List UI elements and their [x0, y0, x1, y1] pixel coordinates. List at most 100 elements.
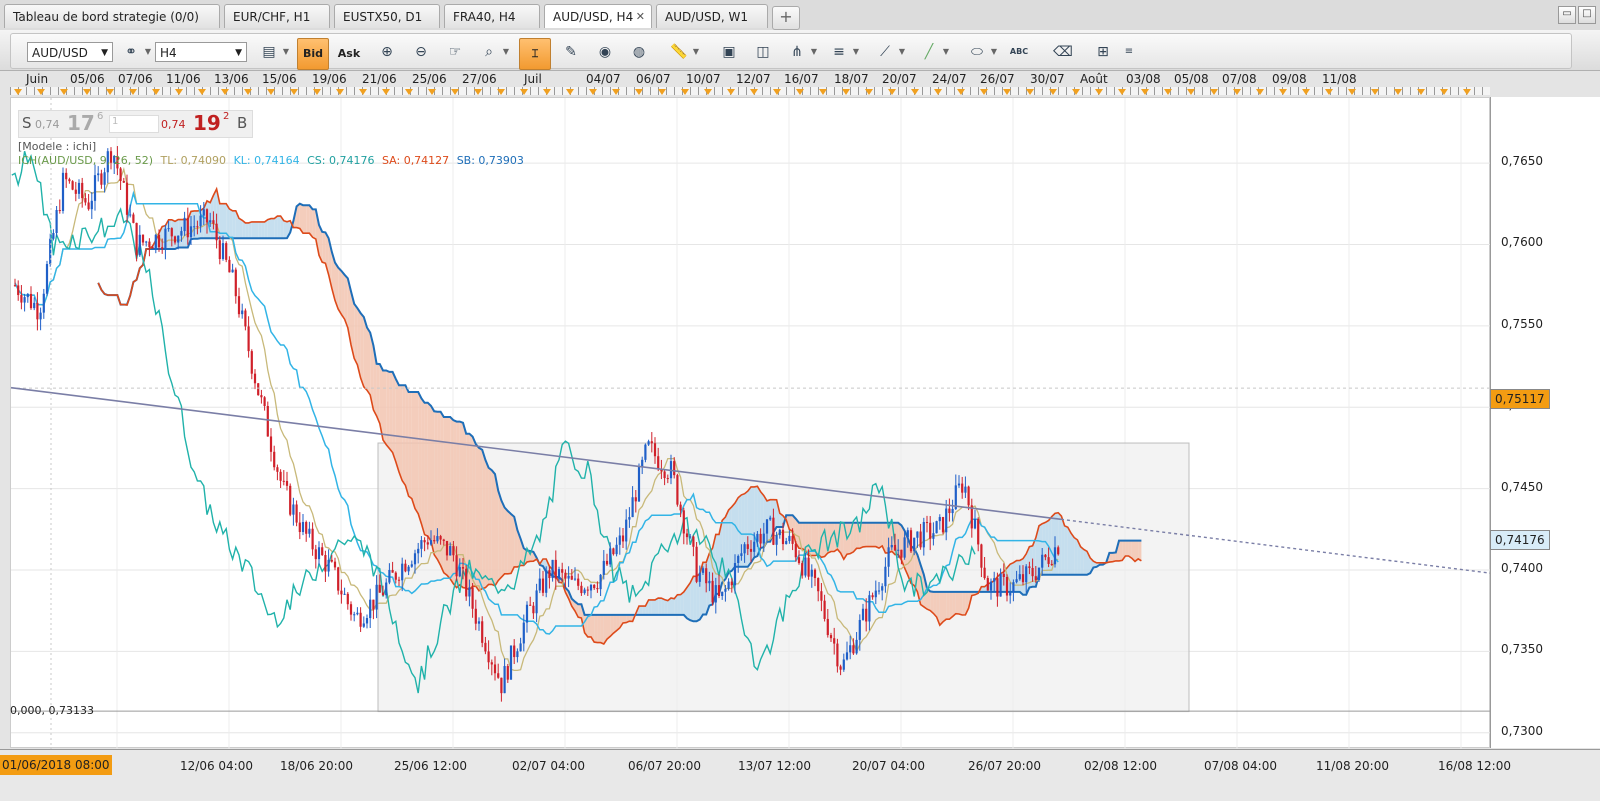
event-marker[interactable] — [865, 89, 873, 95]
globe-icon[interactable]: ◍ — [627, 40, 651, 64]
event-marker[interactable] — [819, 89, 827, 95]
price-axis[interactable]: 0,73000,73500,74000,74500,75000,75500,76… — [1490, 97, 1600, 748]
zoom-fit-icon[interactable]: ⌕ — [477, 40, 501, 64]
ellipse-icon[interactable]: ⬭ — [965, 40, 989, 64]
event-marker[interactable] — [704, 89, 712, 95]
event-marker[interactable] — [1463, 89, 1471, 95]
event-marker[interactable] — [221, 89, 229, 95]
image-icon[interactable]: ▣ — [717, 40, 741, 64]
event-marker[interactable] — [1371, 89, 1379, 95]
event-marker[interactable] — [1210, 89, 1218, 95]
event-marker[interactable] — [1003, 89, 1011, 95]
event-marker[interactable] — [244, 89, 252, 95]
event-marker[interactable] — [290, 89, 298, 95]
eye-icon[interactable]: ◉ — [593, 40, 617, 64]
tab-audusd-h4[interactable]: AUD/USD, H4✕ — [544, 4, 652, 28]
event-marker[interactable] — [152, 89, 160, 95]
event-marker[interactable] — [37, 89, 45, 95]
event-marker[interactable] — [14, 89, 22, 95]
event-marker[interactable] — [1279, 89, 1287, 95]
event-marker[interactable] — [727, 89, 735, 95]
event-marker[interactable] — [428, 89, 436, 95]
event-marker[interactable] — [520, 89, 528, 95]
event-marker[interactable] — [1141, 89, 1149, 95]
chart-type-icon[interactable]: ▤ — [257, 40, 281, 64]
dropdown-arrow-icon[interactable]: ▼ — [691, 40, 701, 64]
close-tab-icon[interactable]: ✕ — [636, 5, 645, 28]
trendline-icon[interactable]: ⟋ — [873, 40, 897, 64]
event-marker[interactable] — [681, 89, 689, 95]
more-icon[interactable]: ≡ — [1117, 40, 1141, 64]
event-marker[interactable] — [267, 89, 275, 95]
event-marker[interactable] — [1417, 89, 1425, 95]
zoom-in-icon[interactable]: ⊕ — [375, 40, 399, 64]
zoom-out-icon[interactable]: ⊖ — [409, 40, 433, 64]
event-marker[interactable] — [1440, 89, 1448, 95]
buy-label[interactable]: B — [237, 114, 247, 132]
event-marker[interactable] — [451, 89, 459, 95]
event-marker[interactable] — [129, 89, 137, 95]
hand-icon[interactable]: ☞ — [443, 40, 467, 64]
event-marker[interactable] — [658, 89, 666, 95]
pen-icon[interactable]: ╱ — [917, 40, 941, 64]
crosshair-button[interactable]: ⌶ — [519, 38, 551, 70]
event-marker[interactable] — [60, 89, 68, 95]
tab-eurchf-h1[interactable]: EUR/CHF, H1 — [224, 4, 330, 28]
sell-label[interactable]: S — [22, 114, 32, 132]
event-marker[interactable] — [1072, 89, 1080, 95]
event-marker[interactable] — [566, 89, 574, 95]
event-marker[interactable] — [313, 89, 321, 95]
chart-area[interactable] — [10, 97, 1490, 748]
eraser-icon[interactable]: ⌫ — [1051, 40, 1075, 64]
add-tab-button[interactable]: + — [772, 6, 800, 30]
link-icon[interactable]: ⚭ — [119, 40, 143, 64]
event-marker[interactable] — [980, 89, 988, 95]
event-marker[interactable] — [1095, 89, 1103, 95]
event-marker[interactable] — [1233, 89, 1241, 95]
event-marker[interactable] — [957, 89, 965, 95]
event-marker[interactable] — [635, 89, 643, 95]
dropdown-arrow-icon[interactable]: ▼ — [143, 40, 153, 64]
dropdown-arrow-icon[interactable]: ▼ — [851, 40, 861, 64]
event-marker[interactable] — [842, 89, 850, 95]
event-marker[interactable] — [911, 89, 919, 95]
ruler-icon[interactable]: 📏 — [667, 40, 691, 64]
quote-box[interactable]: S 0,74 17 6 1 0,74 19 2 B — [18, 110, 253, 138]
tab-eustx50-d1[interactable]: EUSTX50, D1 — [334, 4, 440, 28]
event-marker[interactable] — [1049, 89, 1057, 95]
instrument-select[interactable]: AUD/USD▼ — [27, 42, 113, 62]
event-marker[interactable] — [175, 89, 183, 95]
lines-icon[interactable]: ≡ — [827, 40, 851, 64]
event-marker[interactable] — [1164, 89, 1172, 95]
timeframe-select[interactable]: H4▼ — [155, 42, 247, 62]
window-icon[interactable]: ◫ — [751, 40, 775, 64]
quantity-input[interactable]: 1 — [109, 115, 159, 133]
pitchfork-icon[interactable]: ⋔ — [785, 40, 809, 64]
event-marker[interactable] — [1302, 89, 1310, 95]
event-marker[interactable] — [359, 89, 367, 95]
restore-window-icon[interactable]: ▭ — [1558, 6, 1576, 24]
event-marker[interactable] — [796, 89, 804, 95]
hierarchy-icon[interactable]: ⊞ — [1091, 40, 1115, 64]
text-icon[interactable]: ABC — [1007, 40, 1031, 64]
event-marker[interactable] — [888, 89, 896, 95]
ask-button[interactable]: Ask — [333, 38, 365, 70]
bid-button[interactable]: Bid — [297, 38, 329, 70]
event-marker[interactable] — [934, 89, 942, 95]
dropdown-arrow-icon[interactable]: ▼ — [989, 40, 999, 64]
dropdown-arrow-icon[interactable]: ▼ — [941, 40, 951, 64]
tab-fra40-h4[interactable]: FRA40, H4 — [444, 4, 540, 28]
event-marker[interactable] — [773, 89, 781, 95]
event-marker[interactable] — [543, 89, 551, 95]
event-marker[interactable] — [1394, 89, 1402, 95]
event-marker[interactable] — [1256, 89, 1264, 95]
event-marker[interactable] — [1325, 89, 1333, 95]
event-marker[interactable] — [1187, 89, 1195, 95]
tab-audusd-w1[interactable]: AUD/USD, W1 — [656, 4, 768, 28]
dropdown-arrow-icon[interactable]: ▼ — [809, 40, 819, 64]
event-marker[interactable] — [106, 89, 114, 95]
event-marker[interactable] — [474, 89, 482, 95]
event-marker[interactable] — [1348, 89, 1356, 95]
dropdown-arrow-icon[interactable]: ▼ — [897, 40, 907, 64]
event-marker[interactable] — [589, 89, 597, 95]
